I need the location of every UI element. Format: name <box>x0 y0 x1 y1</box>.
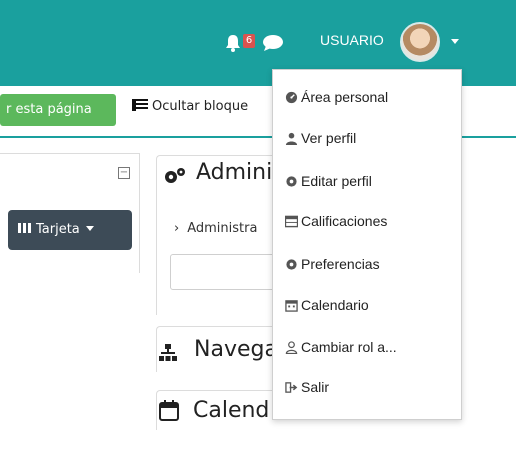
calendar-icon <box>159 400 179 421</box>
sign-out-icon <box>285 382 298 393</box>
view-mode-label: Tarjeta <box>36 222 80 237</box>
chevron-right-icon: › <box>174 221 180 236</box>
menu-item-label: Salir <box>301 379 330 395</box>
avatar[interactable] <box>400 22 440 62</box>
menu-item-calendario[interactable]: Calendario <box>285 297 369 313</box>
menu-item-label: Preferencias <box>301 256 380 272</box>
user-icon <box>285 132 298 145</box>
menu-item-label: Calendario <box>301 297 369 313</box>
caret-down-icon <box>85 226 94 231</box>
collapse-block-button[interactable]: − <box>118 167 130 179</box>
menu-item-editar-perfil[interactable]: Editar perfil <box>286 173 372 189</box>
admin-link-label: Administra <box>187 221 258 236</box>
admin-block-title: Admini <box>196 160 273 185</box>
view-mode-dropdown[interactable]: Tarjeta <box>8 210 132 250</box>
cogs-icon <box>165 168 185 183</box>
menu-item-salir[interactable]: Salir <box>285 379 330 395</box>
calendar-icon <box>285 300 298 312</box>
menu-item-label: Editar perfil <box>301 173 372 189</box>
hide-blocks-label: Ocultar bloque <box>152 99 249 114</box>
menu-item-label: Área personal <box>301 89 389 105</box>
hide-blocks-button[interactable]: Ocultar bloque <box>132 99 248 114</box>
sitemap-icon <box>159 344 177 361</box>
user-outline-icon <box>285 341 298 354</box>
bell-icon[interactable] <box>224 34 242 52</box>
menu-item-calificaciones[interactable]: Calificaciones <box>285 213 388 229</box>
dashboard-icon <box>285 91 298 104</box>
notification-count-badge: 6 <box>243 34 255 48</box>
table-icon <box>285 215 298 228</box>
menu-item-preferencias[interactable]: Preferencias <box>286 256 380 272</box>
username-label[interactable]: USUARIO <box>320 32 384 48</box>
calendar-block-title: Calend <box>193 398 270 423</box>
menu-item-label: Cambiar rol a... <box>301 339 397 355</box>
grid-icon <box>18 223 32 233</box>
menu-item-cambiar-rol[interactable]: Cambiar rol a... <box>285 339 397 355</box>
admin-tree-item[interactable]: › Administra <box>174 221 257 236</box>
user-dropdown-menu: Área personal Ver perfil Editar perfil C… <box>272 69 462 420</box>
caret-down-icon[interactable] <box>451 39 459 44</box>
cog-icon <box>286 259 297 270</box>
cog-icon <box>286 176 297 187</box>
edit-page-button[interactable]: r esta página <box>0 94 116 126</box>
menu-item-label: Calificaciones <box>301 213 388 229</box>
menu-item-label: Ver perfil <box>301 130 357 146</box>
menu-item-area-personal[interactable]: Área personal <box>285 89 389 105</box>
admin-search-input[interactable] <box>170 254 280 290</box>
navigation-block-title: Navega <box>194 337 278 362</box>
chat-icon[interactable] <box>262 34 284 52</box>
list-icon <box>132 99 148 111</box>
menu-item-ver-perfil[interactable]: Ver perfil <box>285 130 357 146</box>
